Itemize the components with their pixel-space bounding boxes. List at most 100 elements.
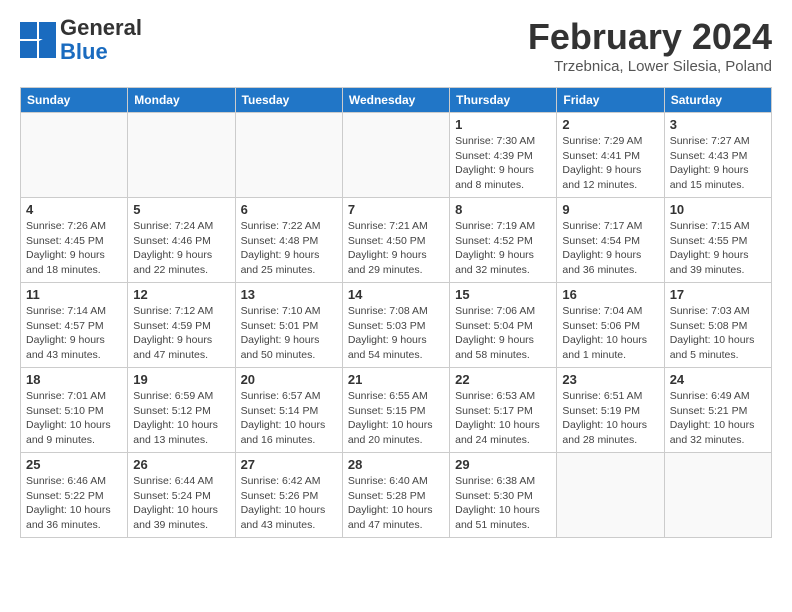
calendar-cell — [342, 113, 449, 198]
day-number: 11 — [26, 287, 122, 302]
calendar-cell: 20 Sunrise: 6:57 AM Sunset: 5:14 PM Dayli… — [235, 368, 342, 453]
day-info: Sunrise: 6:46 AM Sunset: 5:22 PM Dayligh… — [26, 474, 122, 533]
calendar-cell: 9Sunrise: 7:17 AM Sunset: 4:54 PM Daylig… — [557, 198, 664, 283]
day-info: Sunrise: 6:42 AM Sunset: 5:26 PM Dayligh… — [241, 474, 337, 533]
calendar: SundayMondayTuesdayWednesdayThursdayFrid… — [20, 87, 772, 538]
calendar-cell: 16 Sunrise: 7:04 AM Sunset: 5:06 PM Dayli… — [557, 283, 664, 368]
day-number: 4 — [26, 202, 122, 217]
weekday-header: Monday — [128, 88, 235, 113]
calendar-cell: 5Sunrise: 7:24 AM Sunset: 4:46 PM Daylig… — [128, 198, 235, 283]
logo: General Blue — [20, 16, 142, 64]
week-row: 4 Sunrise: 7:26 AM Sunset: 4:45 PM Daylig… — [21, 198, 772, 283]
calendar-cell — [664, 453, 771, 538]
day-number: 17 — [670, 287, 766, 302]
day-info: Sunrise: 6:49 AM Sunset: 5:21 PM Dayligh… — [670, 389, 766, 448]
day-info: Sunrise: 6:55 AM Sunset: 5:15 PM Dayligh… — [348, 389, 444, 448]
calendar-cell — [21, 113, 128, 198]
day-info: Sunrise: 6:57 AM Sunset: 5:14 PM Dayligh… — [241, 389, 337, 448]
calendar-cell: 14 Sunrise: 7:08 AM Sunset: 5:03 PM Dayli… — [342, 283, 449, 368]
day-number: 9 — [562, 202, 658, 217]
calendar-cell: 13 Sunrise: 7:10 AM Sunset: 5:01 PM Dayli… — [235, 283, 342, 368]
calendar-cell: 4 Sunrise: 7:26 AM Sunset: 4:45 PM Daylig… — [21, 198, 128, 283]
day-info: Sunrise: 7:14 AM Sunset: 4:57 PM Dayligh… — [26, 304, 122, 363]
location-title: Trzebnica, Lower Silesia, Poland — [528, 58, 772, 75]
month-title: February 2024 — [528, 16, 772, 58]
week-row: 1Sunrise: 7:30 AM Sunset: 4:39 PM Daylig… — [21, 113, 772, 198]
day-info: Sunrise: 6:51 AM Sunset: 5:19 PM Dayligh… — [562, 389, 658, 448]
week-row: 25 Sunrise: 6:46 AM Sunset: 5:22 PM Dayli… — [21, 453, 772, 538]
day-number: 12 — [133, 287, 229, 302]
calendar-cell: 6Sunrise: 7:22 AM Sunset: 4:48 PM Daylig… — [235, 198, 342, 283]
logo-text: General Blue — [60, 16, 142, 64]
day-info: Sunrise: 6:53 AM Sunset: 5:17 PM Dayligh… — [455, 389, 551, 448]
day-info: Sunrise: 7:01 AM Sunset: 5:10 PM Dayligh… — [26, 389, 122, 448]
calendar-cell: 25 Sunrise: 6:46 AM Sunset: 5:22 PM Dayli… — [21, 453, 128, 538]
weekday-header: Saturday — [664, 88, 771, 113]
day-info: Sunrise: 7:08 AM Sunset: 5:03 PM Dayligh… — [348, 304, 444, 363]
day-info: Sunrise: 7:27 AM Sunset: 4:43 PM Dayligh… — [670, 134, 766, 193]
day-info: Sunrise: 7:12 AM Sunset: 4:59 PM Dayligh… — [133, 304, 229, 363]
day-info: Sunrise: 7:06 AM Sunset: 5:04 PM Dayligh… — [455, 304, 551, 363]
week-row: 11 Sunrise: 7:14 AM Sunset: 4:57 PM Dayli… — [21, 283, 772, 368]
calendar-cell: 15 Sunrise: 7:06 AM Sunset: 5:04 PM Dayli… — [450, 283, 557, 368]
calendar-cell: 22 Sunrise: 6:53 AM Sunset: 5:17 PM Dayli… — [450, 368, 557, 453]
calendar-cell: 23 Sunrise: 6:51 AM Sunset: 5:19 PM Dayli… — [557, 368, 664, 453]
calendar-cell: 10 Sunrise: 7:15 AM Sunset: 4:55 PM Dayli… — [664, 198, 771, 283]
day-info: Sunrise: 6:40 AM Sunset: 5:28 PM Dayligh… — [348, 474, 444, 533]
day-number: 10 — [670, 202, 766, 217]
day-number: 22 — [455, 372, 551, 387]
day-info: Sunrise: 7:24 AM Sunset: 4:46 PM Dayligh… — [133, 219, 229, 278]
calendar-cell — [128, 113, 235, 198]
day-number: 20 — [241, 372, 337, 387]
day-number: 18 — [26, 372, 122, 387]
day-number: 29 — [455, 457, 551, 472]
calendar-cell: 26 Sunrise: 6:44 AM Sunset: 5:24 PM Dayli… — [128, 453, 235, 538]
weekday-header: Sunday — [21, 88, 128, 113]
day-info: Sunrise: 7:29 AM Sunset: 4:41 PM Dayligh… — [562, 134, 658, 193]
weekday-header: Friday — [557, 88, 664, 113]
calendar-cell: 27 Sunrise: 6:42 AM Sunset: 5:26 PM Dayli… — [235, 453, 342, 538]
day-number: 25 — [26, 457, 122, 472]
day-info: Sunrise: 6:38 AM Sunset: 5:30 PM Dayligh… — [455, 474, 551, 533]
day-number: 1 — [455, 117, 551, 132]
day-info: Sunrise: 7:15 AM Sunset: 4:55 PM Dayligh… — [670, 219, 766, 278]
day-info: Sunrise: 7:03 AM Sunset: 5:08 PM Dayligh… — [670, 304, 766, 363]
day-number: 3 — [670, 117, 766, 132]
calendar-header-row: SundayMondayTuesdayWednesdayThursdayFrid… — [21, 88, 772, 113]
day-info: Sunrise: 7:19 AM Sunset: 4:52 PM Dayligh… — [455, 219, 551, 278]
day-number: 21 — [348, 372, 444, 387]
day-info: Sunrise: 7:10 AM Sunset: 5:01 PM Dayligh… — [241, 304, 337, 363]
day-info: Sunrise: 7:04 AM Sunset: 5:06 PM Dayligh… — [562, 304, 658, 363]
day-info: Sunrise: 6:44 AM Sunset: 5:24 PM Dayligh… — [133, 474, 229, 533]
day-number: 7 — [348, 202, 444, 217]
weekday-header: Tuesday — [235, 88, 342, 113]
day-number: 28 — [348, 457, 444, 472]
logo-icon — [20, 22, 56, 58]
calendar-cell: 11 Sunrise: 7:14 AM Sunset: 4:57 PM Dayli… — [21, 283, 128, 368]
calendar-cell: 24 Sunrise: 6:49 AM Sunset: 5:21 PM Dayli… — [664, 368, 771, 453]
calendar-cell: 2 Sunrise: 7:29 AM Sunset: 4:41 PM Daylig… — [557, 113, 664, 198]
calendar-cell: 18 Sunrise: 7:01 AM Sunset: 5:10 PM Dayli… — [21, 368, 128, 453]
calendar-cell: 1Sunrise: 7:30 AM Sunset: 4:39 PM Daylig… — [450, 113, 557, 198]
calendar-cell — [235, 113, 342, 198]
day-number: 2 — [562, 117, 658, 132]
day-number: 19 — [133, 372, 229, 387]
calendar-cell: 3 Sunrise: 7:27 AM Sunset: 4:43 PM Daylig… — [664, 113, 771, 198]
day-info: Sunrise: 7:26 AM Sunset: 4:45 PM Dayligh… — [26, 219, 122, 278]
header-section: General Blue February 2024 Trzebnica, Lo… — [20, 16, 772, 75]
weekday-header: Wednesday — [342, 88, 449, 113]
title-section: February 2024 Trzebnica, Lower Silesia, … — [528, 16, 772, 75]
day-number: 16 — [562, 287, 658, 302]
day-number: 6 — [241, 202, 337, 217]
day-number: 13 — [241, 287, 337, 302]
day-number: 8 — [455, 202, 551, 217]
day-number: 23 — [562, 372, 658, 387]
day-number: 24 — [670, 372, 766, 387]
day-number: 15 — [455, 287, 551, 302]
day-info: Sunrise: 6:59 AM Sunset: 5:12 PM Dayligh… — [133, 389, 229, 448]
day-number: 14 — [348, 287, 444, 302]
day-number: 27 — [241, 457, 337, 472]
day-number: 26 — [133, 457, 229, 472]
calendar-cell — [557, 453, 664, 538]
calendar-cell: 17 Sunrise: 7:03 AM Sunset: 5:08 PM Dayli… — [664, 283, 771, 368]
